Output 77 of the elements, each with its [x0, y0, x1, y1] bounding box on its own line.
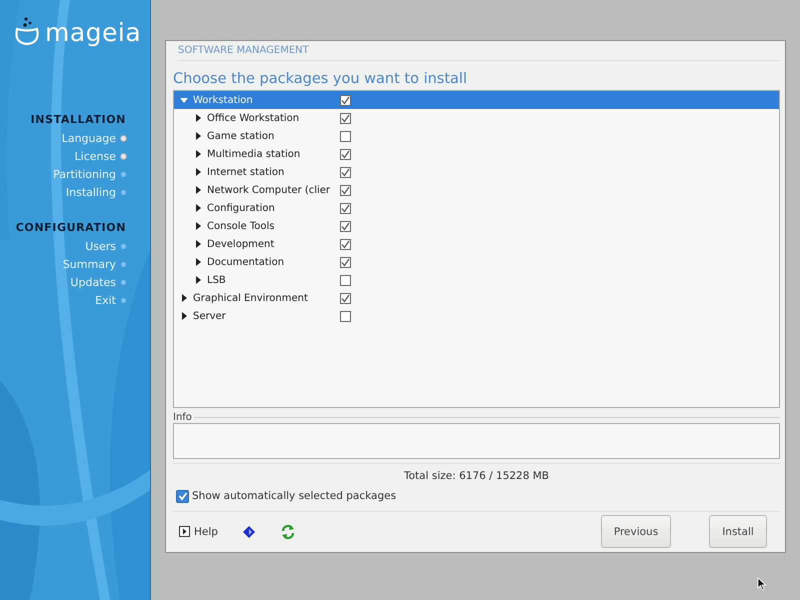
checkbox[interactable]: [340, 130, 351, 142]
checkbox[interactable]: [340, 220, 351, 232]
step-label: Exit: [95, 294, 116, 306]
checkbox[interactable]: [340, 112, 351, 124]
tree-row[interactable]: Console Tools: [174, 217, 779, 235]
install-button[interactable]: Install: [709, 515, 767, 548]
tree-row[interactable]: Multimedia station: [174, 145, 779, 163]
checkbox[interactable]: [340, 166, 351, 178]
expand-right-icon[interactable]: [194, 258, 202, 266]
package-group-label: Internet station: [207, 166, 284, 178]
section-title: SOFTWARE MANAGEMENT: [177, 44, 310, 58]
expand-right-icon[interactable]: [194, 276, 202, 284]
previous-button[interactable]: Previous: [601, 515, 671, 548]
section-title: CONFIGURATION: [14, 220, 127, 236]
expand-down-icon[interactable]: [180, 96, 188, 104]
package-group-label: Configuration: [207, 202, 275, 214]
step-label: Updates: [70, 276, 116, 288]
expand-right-icon[interactable]: [194, 240, 202, 248]
checkbox[interactable]: [340, 238, 351, 250]
checkbox[interactable]: [340, 274, 351, 286]
mouse-cursor-icon: [757, 577, 767, 591]
checkbox-label: Show automatically selected packages: [192, 490, 396, 502]
heading: Choose the packages you want to install: [173, 71, 468, 87]
package-group-label: Documentation: [207, 256, 284, 268]
package-group-label: Development: [207, 238, 274, 250]
tree-row[interactable]: Graphical Environment: [174, 289, 779, 307]
step-label: Summary: [62, 258, 116, 270]
checkbox[interactable]: [340, 310, 351, 322]
step-label: License: [74, 150, 116, 162]
step-label: Partitioning: [53, 168, 116, 180]
expand-right-icon[interactable]: [180, 312, 188, 320]
tree-row[interactable]: Server: [174, 307, 779, 325]
package-group-label: Console Tools: [207, 220, 275, 232]
expand-right-icon[interactable]: [194, 114, 202, 122]
logo-text: mageia: [45, 20, 142, 46]
help-icon: [179, 526, 190, 538]
checkbox[interactable]: [340, 94, 351, 106]
checkbox[interactable]: [340, 292, 351, 304]
package-group-label: Workstation: [193, 94, 253, 106]
package-group-label: Multimedia station: [207, 148, 300, 160]
expand-right-icon[interactable]: [194, 204, 202, 212]
step-label: Installing: [66, 186, 116, 198]
checkbox[interactable]: [340, 202, 351, 214]
tree-row[interactable]: Development: [174, 235, 779, 253]
tree-row[interactable]: Documentation: [174, 253, 779, 271]
checkbox[interactable]: [340, 148, 351, 160]
tree-row[interactable]: Game station: [174, 127, 779, 145]
package-group-label: Office Workstation: [207, 112, 300, 124]
expand-right-icon[interactable]: [194, 222, 202, 230]
tree-row[interactable]: LSB: [174, 271, 779, 289]
expand-right-icon[interactable]: [194, 168, 202, 176]
expand-right-icon[interactable]: [180, 294, 188, 302]
checkbox[interactable]: [340, 184, 351, 196]
package-group-label: Graphical Environment: [193, 292, 308, 304]
section-title: INSTALLATION: [30, 112, 127, 128]
help-button[interactable]: Help: [173, 526, 218, 538]
step-label: Users: [85, 240, 116, 252]
tree-row[interactable]: Office Workstation: [174, 109, 779, 127]
package-group-label: Server: [193, 310, 226, 322]
info-label: Info: [173, 412, 192, 423]
tree-row[interactable]: Workstation: [174, 91, 779, 109]
step-label: Language: [62, 132, 116, 144]
package-group-label: Game station: [207, 130, 274, 142]
tree-row[interactable]: Network Computer (clier: [174, 181, 779, 199]
tree-row[interactable]: Configuration: [174, 199, 779, 217]
diamond-icon[interactable]: [242, 524, 256, 539]
refresh-icon[interactable]: [280, 524, 296, 540]
package-group-label: Network Computer (clier: [207, 184, 330, 196]
tree-row[interactable]: Internet station: [174, 163, 779, 181]
checkbox[interactable]: [176, 490, 189, 503]
expand-right-icon[interactable]: [194, 150, 202, 158]
expand-right-icon[interactable]: [194, 132, 202, 140]
package-group-label: LSB: [207, 274, 226, 286]
cauldron-icon: [13, 16, 41, 46]
expand-right-icon[interactable]: [194, 186, 202, 194]
total-size-text: Total size: 6176 / 15228 MB: [402, 470, 550, 484]
checkbox[interactable]: [340, 256, 351, 268]
